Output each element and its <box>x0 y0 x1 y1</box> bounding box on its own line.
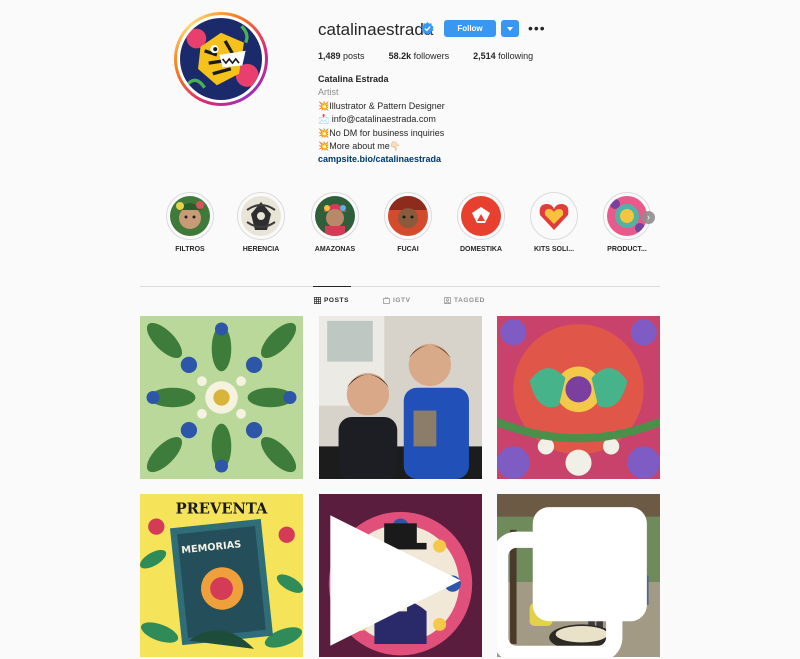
highlight-thumbnail <box>315 196 355 236</box>
profile-link[interactable]: campsite.bio/catalinaestrada <box>318 153 445 166</box>
highlight-thumbnail <box>607 196 647 236</box>
verified-badge-icon <box>421 22 434 35</box>
tab-posts[interactable]: POSTS <box>314 297 349 304</box>
igtv-icon <box>383 297 390 304</box>
post-image <box>497 316 660 479</box>
profile-username: catalinaestrada <box>318 20 434 39</box>
tabs-divider <box>140 286 660 287</box>
chevron-right-icon[interactable]: › <box>642 211 655 224</box>
active-tab-indicator <box>313 286 351 287</box>
highlight-domestika[interactable]: DOMESTIKA <box>446 192 516 253</box>
highlight-amazonas[interactable]: AMAZONAS <box>300 192 370 253</box>
profile-stats: 1,489 posts 58.2k followers 2,514 follow… <box>318 51 557 61</box>
profile-full-name: Catalina Estrada <box>318 74 389 84</box>
highlight-filtros[interactable]: FILTROS <box>155 192 225 253</box>
post-image: PREVENTA MEMORIAS <box>140 494 303 657</box>
profile-tabs: POSTS IGTV TAGGED <box>0 297 800 307</box>
post-preventa-book[interactable]: PREVENTA MEMORIAS <box>140 494 303 657</box>
highlight-fucai[interactable]: FUCAI <box>373 192 443 253</box>
post-image <box>319 316 482 479</box>
followers-count[interactable]: 58.2k followers <box>389 51 450 61</box>
profile-category: Artist <box>318 87 339 98</box>
tab-tagged[interactable]: TAGGED <box>444 297 485 304</box>
story-highlights: FILTROS HERENCIA AMAZONAS FUCAI DOMESTIK… <box>155 192 665 262</box>
grid-icon <box>314 297 321 304</box>
highlight-herencia[interactable]: HERENCIA <box>226 192 296 253</box>
bio-line: 💥Illustrator & Pattern Designer <box>318 100 445 111</box>
profile-avatar[interactable] <box>174 12 268 106</box>
bio-line: 💥More about me👇🏻 <box>318 141 401 152</box>
following-count[interactable]: 2,514 following <box>473 51 533 61</box>
heart-icon <box>534 196 574 236</box>
svg-text:PREVENTA: PREVENTA <box>176 501 268 518</box>
suggested-dropdown-button[interactable] <box>501 20 519 37</box>
post-floral-kaleidoscope[interactable] <box>140 316 303 479</box>
chevron-down-icon <box>507 26 513 31</box>
highlight-thumbnail <box>388 196 428 236</box>
post-kids-photo[interactable] <box>319 316 482 479</box>
tag-icon <box>444 297 451 304</box>
highlight-thumbnail <box>170 196 210 236</box>
bio-line: 📩 info@catalinaestrada.com <box>318 114 436 125</box>
more-options-icon[interactable]: ••• <box>528 21 546 35</box>
domestika-logo-icon <box>461 196 501 236</box>
post-cooking-photo[interactable] <box>497 494 660 657</box>
video-icon <box>330 515 461 646</box>
highlight-kits-solidarios[interactable]: KITS SOLI... <box>519 192 589 253</box>
profile-bio: Catalina Estrada Artist 💥Illustrator & P… <box>318 73 445 167</box>
post-tigers-pattern[interactable] <box>497 316 660 479</box>
carousel-icon <box>497 507 647 657</box>
follow-button[interactable]: Follow <box>444 20 496 37</box>
highlight-thumbnail <box>241 196 281 236</box>
post-image <box>140 316 303 479</box>
post-girl-illustration[interactable] <box>319 494 482 657</box>
posts-count: 1,489 posts <box>318 51 365 61</box>
tab-igtv[interactable]: IGTV <box>383 297 411 304</box>
bio-line: 💥No DM for business inquiries <box>318 127 445 138</box>
avatar-tiger-illustration <box>180 18 262 100</box>
